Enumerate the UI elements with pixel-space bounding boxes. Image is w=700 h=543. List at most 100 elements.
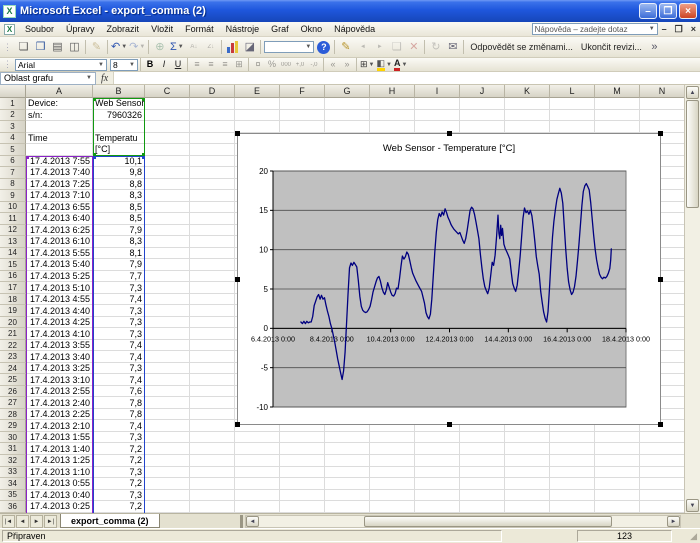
cell[interactable] [235, 110, 280, 122]
cell-a26[interactable]: 17.4.2013 2:55 [26, 386, 93, 398]
cell[interactable] [550, 467, 595, 479]
cell[interactable] [640, 478, 684, 490]
row-header-14[interactable]: 14 [0, 248, 26, 260]
decrease-indent-icon[interactable]: « [326, 58, 340, 71]
cell[interactable] [145, 455, 190, 467]
cell[interactable] [190, 98, 235, 110]
cell[interactable] [190, 374, 235, 386]
cell[interactable] [190, 179, 235, 191]
menu-zobrazit[interactable]: Zobrazit [101, 23, 146, 35]
cell[interactable] [145, 179, 190, 191]
cell-a27[interactable]: 17.4.2013 2:40 [26, 397, 93, 409]
row-header-9[interactable]: 9 [0, 190, 26, 202]
row-header-28[interactable]: 28 [0, 409, 26, 421]
cell[interactable] [415, 501, 460, 513]
cell[interactable] [190, 167, 235, 179]
cell[interactable] [280, 501, 325, 513]
cell[interactable] [190, 409, 235, 421]
cell-a20[interactable]: 17.4.2013 4:25 [26, 317, 93, 329]
cell[interactable] [415, 110, 460, 122]
autosum-icon[interactable]: Σ▼ [168, 39, 185, 56]
cell-a9[interactable]: 17.4.2013 7:10 [26, 190, 93, 202]
cell[interactable] [235, 478, 280, 490]
row-header-13[interactable]: 13 [0, 236, 26, 248]
cell[interactable] [550, 121, 595, 133]
undo-icon[interactable]: ↶▼ [110, 39, 128, 56]
cell-a35[interactable]: 17.4.2013 0:40 [26, 490, 93, 502]
cell-a16[interactable]: 17.4.2013 5:25 [26, 271, 93, 283]
cell-b12[interactable]: 7,9 [93, 225, 145, 237]
new-file-icon[interactable]: ❏ [15, 39, 32, 56]
toolbar-options-icon[interactable]: » [646, 39, 663, 56]
cell[interactable] [415, 432, 460, 444]
row-header-23[interactable]: 23 [0, 351, 26, 363]
column-header-b[interactable]: B [93, 85, 145, 98]
last-sheet-icon[interactable]: ►| [44, 515, 57, 528]
cell-b28[interactable]: 7,8 [93, 409, 145, 421]
cell[interactable] [145, 328, 190, 340]
cell-a12[interactable]: 17.4.2013 6:25 [26, 225, 93, 237]
cell-a6[interactable]: 17.4.2013 7:55 [26, 156, 93, 168]
cell[interactable] [325, 490, 370, 502]
print-icon[interactable]: ▤ [49, 39, 66, 56]
row-header-15[interactable]: 15 [0, 259, 26, 271]
cell-b1[interactable]: Web Sensor [93, 98, 145, 110]
cell-b2[interactable]: 7960326 [93, 110, 145, 122]
scroll-up-icon[interactable]: ▲ [686, 86, 699, 99]
help-icon[interactable]: ? [315, 39, 332, 56]
comma-style-icon[interactable]: 000 [279, 58, 293, 71]
cell[interactable] [190, 443, 235, 455]
cell[interactable] [460, 121, 505, 133]
row-header-35[interactable]: 35 [0, 490, 26, 502]
cell-b17[interactable]: 7,3 [93, 282, 145, 294]
row-header-4[interactable]: 4 [0, 133, 26, 145]
cell-b16[interactable]: 7,7 [93, 271, 145, 283]
cell-b19[interactable]: 7,3 [93, 305, 145, 317]
cell[interactable] [235, 443, 280, 455]
cell[interactable] [595, 432, 640, 444]
cell[interactable] [370, 501, 415, 513]
cell-b5[interactable]: [°C] [93, 144, 145, 156]
update-file-icon[interactable]: ↻ [427, 39, 444, 56]
cell[interactable] [460, 98, 505, 110]
cell-b11[interactable]: 8,5 [93, 213, 145, 225]
menu-nastroje[interactable]: Nástroje [220, 23, 266, 35]
previous-sheet-icon[interactable]: ◄ [16, 515, 29, 528]
cell[interactable] [190, 144, 235, 156]
cell-b14[interactable]: 8,1 [93, 248, 145, 260]
menu-napoveda[interactable]: Nápověda [328, 23, 381, 35]
cell[interactable] [325, 443, 370, 455]
row-header-12[interactable]: 12 [0, 225, 26, 237]
cell[interactable] [505, 98, 550, 110]
cell[interactable] [370, 432, 415, 444]
cell[interactable] [280, 490, 325, 502]
cell-a21[interactable]: 17.4.2013 4:10 [26, 328, 93, 340]
cell[interactable] [505, 432, 550, 444]
row-header-21[interactable]: 21 [0, 328, 26, 340]
chart-object[interactable]: Web Sensor - Temperature [°C]20151050-5-… [237, 133, 661, 425]
cell[interactable] [595, 467, 640, 479]
cell[interactable] [145, 363, 190, 375]
cell[interactable] [505, 121, 550, 133]
cell[interactable] [640, 432, 684, 444]
cell[interactable] [550, 501, 595, 513]
cell[interactable] [370, 478, 415, 490]
cell[interactable] [145, 409, 190, 421]
cell[interactable] [190, 110, 235, 122]
cell-a22[interactable]: 17.4.2013 3:55 [26, 340, 93, 352]
print-preview-icon[interactable]: ◫ [66, 39, 83, 56]
reply-with-changes-button[interactable]: Odpovědět se změnami... [466, 42, 577, 52]
cell-a14[interactable]: 17.4.2013 5:55 [26, 248, 93, 260]
cell[interactable] [190, 340, 235, 352]
end-review-button[interactable]: Ukončit revizi... [577, 42, 646, 52]
vertical-scrollbar[interactable]: ▲ ▼ [684, 85, 700, 513]
cell[interactable] [505, 443, 550, 455]
cell[interactable] [190, 363, 235, 375]
cell-b35[interactable]: 7,3 [93, 490, 145, 502]
toolbar-grip[interactable]: ⋮ [3, 42, 12, 53]
cell[interactable] [460, 478, 505, 490]
cell[interactable] [460, 110, 505, 122]
cell[interactable] [145, 478, 190, 490]
cell[interactable] [415, 121, 460, 133]
cell[interactable] [145, 351, 190, 363]
